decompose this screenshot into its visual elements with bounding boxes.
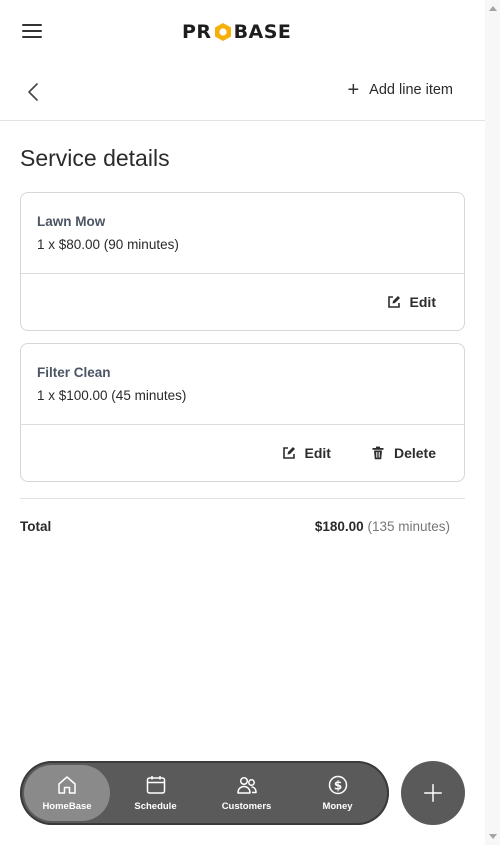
edit-button[interactable]: Edit bbox=[387, 294, 436, 310]
line-item-detail: 1 x $100.00 (45 minutes) bbox=[37, 388, 187, 403]
line-item-detail: 1 x $80.00 (90 minutes) bbox=[37, 237, 179, 252]
calendar-icon bbox=[146, 776, 165, 794]
line-item-card: Filter Clean 1 x $100.00 (45 minutes) Ed… bbox=[20, 343, 465, 482]
edit-icon bbox=[282, 447, 295, 459]
scrollbar[interactable] bbox=[485, 0, 500, 845]
line-item-info: Filter Clean 1 x $100.00 (45 minutes) bbox=[21, 344, 464, 425]
logo-text-right: BASE bbox=[233, 21, 292, 43]
scroll-up-icon[interactable] bbox=[489, 6, 497, 11]
scroll-down-icon[interactable] bbox=[489, 834, 497, 839]
total-label: Total bbox=[20, 519, 52, 534]
logo-text-left: PR bbox=[182, 21, 212, 43]
page-title: Service details bbox=[20, 145, 170, 171]
bottom-nav: HomeBase Schedule Customers $ Money bbox=[20, 761, 389, 825]
total-divider bbox=[20, 498, 465, 499]
nav-customers[interactable]: Customers bbox=[201, 765, 292, 821]
line-item-card: Lawn Mow 1 x $80.00 (90 minutes) Edit bbox=[20, 192, 465, 331]
add-line-item-button[interactable]: + Add line item bbox=[347, 79, 453, 101]
nav-money-label: Money bbox=[322, 801, 353, 812]
probase-logo[interactable]: PR BASE bbox=[182, 20, 291, 44]
logo-hex-icon bbox=[213, 22, 233, 42]
nav-schedule-label: Schedule bbox=[134, 801, 177, 812]
back-chevron-icon[interactable] bbox=[22, 80, 46, 104]
total-minutes: (135 minutes) bbox=[367, 519, 450, 534]
edit-label: Edit bbox=[409, 294, 436, 310]
dollar-icon: $ bbox=[328, 775, 347, 795]
trash-icon bbox=[372, 446, 384, 460]
nav-homebase-label: HomeBase bbox=[42, 801, 92, 812]
line-item-name: Lawn Mow bbox=[37, 214, 106, 229]
total-amount: $180.00 bbox=[314, 519, 364, 534]
menu-icon[interactable] bbox=[22, 24, 42, 40]
app: PR BASE + Add line item Service details … bbox=[0, 0, 485, 845]
nav-row: + Add line item bbox=[0, 62, 485, 121]
delete-button[interactable]: Delete bbox=[371, 445, 436, 461]
svg-text:$: $ bbox=[333, 778, 341, 792]
nav-schedule[interactable]: Schedule bbox=[110, 765, 201, 821]
line-item-info: Lawn Mow 1 x $80.00 (90 minutes) bbox=[21, 193, 464, 274]
nav-homebase[interactable]: HomeBase bbox=[24, 765, 110, 821]
total-value: $180.00 (135 minutes) bbox=[315, 519, 450, 534]
nav-customers-label: Customers bbox=[221, 801, 272, 812]
nav-money[interactable]: $ Money bbox=[292, 765, 383, 821]
edit-icon bbox=[387, 296, 400, 308]
plus-icon bbox=[424, 784, 442, 802]
delete-label: Delete bbox=[393, 445, 436, 461]
line-item-actions: Edit bbox=[21, 274, 464, 330]
plus-icon: + bbox=[347, 79, 360, 101]
add-fab-button[interactable] bbox=[401, 761, 465, 825]
add-line-item-label: Add line item bbox=[369, 82, 453, 98]
top-bar: PR BASE bbox=[0, 0, 485, 62]
edit-button[interactable]: Edit bbox=[282, 445, 331, 461]
customers-icon bbox=[236, 776, 257, 794]
edit-label: Edit bbox=[304, 445, 331, 461]
line-item-actions: Edit Delete bbox=[21, 425, 464, 481]
line-item-name: Filter Clean bbox=[37, 365, 111, 380]
home-icon bbox=[58, 776, 76, 794]
